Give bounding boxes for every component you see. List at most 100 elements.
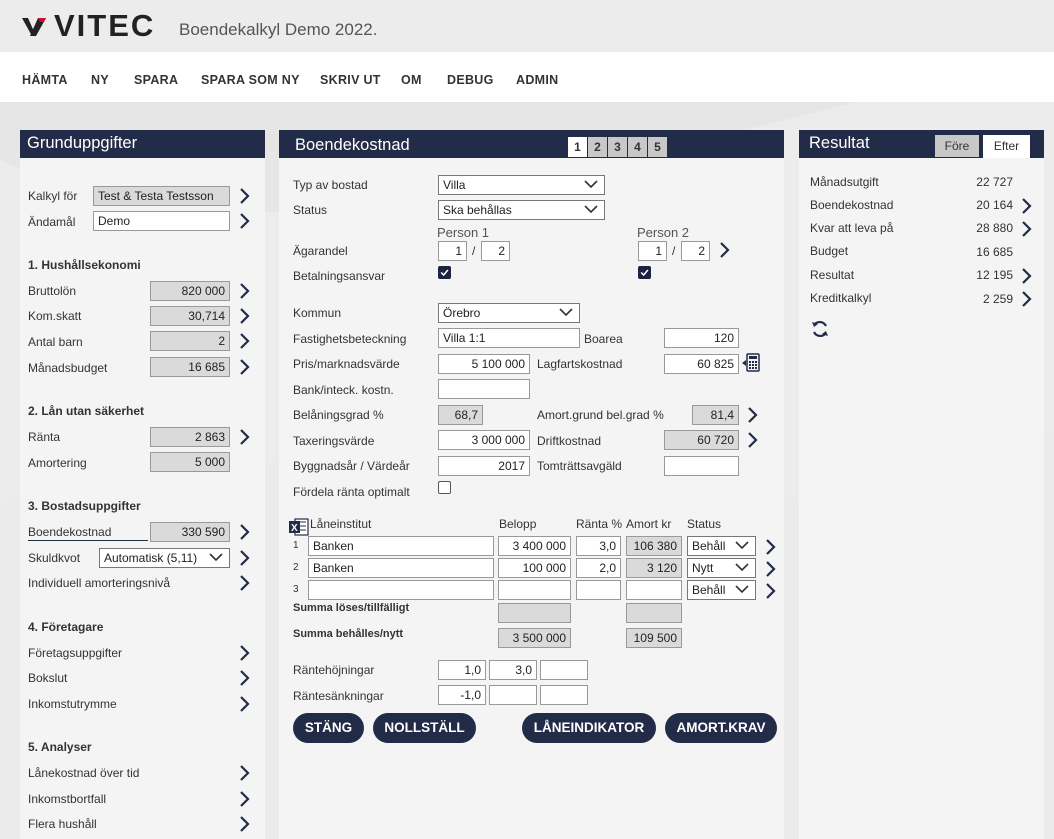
kalkyl-for-field[interactable]: Test & Testa Testsson <box>93 186 230 206</box>
chevron-right-icon[interactable] <box>239 429 251 445</box>
stang-button[interactable]: STÄNG <box>293 713 364 743</box>
byggnadsar-field[interactable]: 2017 <box>438 456 530 476</box>
rantehojning-field-3[interactable] <box>540 660 588 680</box>
chevron-right-icon[interactable] <box>747 407 759 423</box>
chevron-right-icon[interactable] <box>239 359 251 375</box>
bank-inteck-field[interactable] <box>438 379 530 399</box>
nav-debug[interactable]: DEBUG <box>447 73 494 87</box>
lagfart-field[interactable]: 60 825 <box>664 354 739 374</box>
tab-fore[interactable]: Före <box>935 135 979 157</box>
loan-institut-field[interactable]: Banken <box>308 558 494 578</box>
chevron-right-icon[interactable] <box>239 550 251 566</box>
status-select[interactable]: Ska behållas <box>438 200 605 220</box>
chevron-right-icon[interactable] <box>239 791 251 807</box>
loan-ranta-field[interactable]: 2,0 <box>576 558 621 578</box>
p2-agarandel-den[interactable]: 2 <box>681 241 710 261</box>
boendekostnad-field[interactable]: 330 590 <box>150 522 230 542</box>
p1-betalningsansvar-checkbox[interactable] <box>438 266 451 279</box>
tab-3[interactable]: 3 <box>608 137 627 157</box>
loan-status-select[interactable]: Behåll <box>687 580 756 600</box>
refresh-icon[interactable] <box>810 319 830 339</box>
chevron-right-icon[interactable] <box>239 645 251 661</box>
tab-2[interactable]: 2 <box>588 137 607 157</box>
loan-status-select[interactable]: Behåll <box>687 536 756 556</box>
pris-field[interactable]: 5 100 000 <box>438 354 530 374</box>
chevron-right-icon[interactable] <box>239 188 251 204</box>
chevron-right-icon[interactable] <box>765 583 777 599</box>
nav-spara[interactable]: SPARA <box>134 73 178 87</box>
chevron-right-icon[interactable] <box>1021 268 1033 284</box>
fastighetsbeteckning-field[interactable]: Villa 1:1 <box>438 328 580 348</box>
loan-ranta-field[interactable] <box>576 580 621 600</box>
tab-4[interactable]: 4 <box>628 137 647 157</box>
fordela-ranta-checkbox[interactable] <box>438 481 451 494</box>
ranta-field[interactable]: 2 863 <box>150 427 230 447</box>
nav-om[interactable]: OM <box>401 73 422 87</box>
chevron-right-icon[interactable] <box>239 333 251 349</box>
tab-efter[interactable]: Efter <box>983 135 1030 158</box>
tomtrattsavgald-field[interactable] <box>664 456 739 476</box>
loan-amort-field[interactable] <box>626 580 682 600</box>
chevron-right-icon[interactable] <box>1021 291 1033 307</box>
nav-skriv-ut[interactable]: SKRIV UT <box>320 73 381 87</box>
chevron-right-icon[interactable] <box>239 283 251 299</box>
p1-agarandel-num[interactable]: 1 <box>438 241 467 261</box>
loan-institut-field[interactable] <box>308 580 494 600</box>
nav-ny[interactable]: NY <box>91 73 109 87</box>
nav-spara-som-ny[interactable]: SPARA SOM NY <box>201 73 300 87</box>
bruttolon-field[interactable]: 820 000 <box>150 281 230 301</box>
rantesankning-field-2[interactable] <box>489 685 537 705</box>
loan-belopp-field[interactable]: 3 400 000 <box>498 536 571 556</box>
tab-1[interactable]: 1 <box>568 137 587 157</box>
skuldkvot-select[interactable]: Automatisk (5,11) <box>99 548 230 568</box>
loan-amort-field[interactable]: 3 120 <box>626 558 682 578</box>
p2-agarandel-num[interactable]: 1 <box>638 241 667 261</box>
loan-status-select[interactable]: Nytt <box>687 558 756 578</box>
rantesankning-field-3[interactable] <box>540 685 588 705</box>
taxeringsvarde-field[interactable]: 3 000 000 <box>438 430 530 450</box>
rantesankning-field-1[interactable]: -1,0 <box>438 685 486 705</box>
boendekostnad-link[interactable]: Boendekostnad <box>28 525 111 539</box>
laneindikator-button[interactable]: LÅNEINDIKATOR <box>522 713 656 743</box>
chevron-right-icon[interactable] <box>239 308 251 324</box>
nav-hamta[interactable]: HÄMTA <box>22 73 68 87</box>
manadsbudget-field[interactable]: 16 685 <box>150 357 230 377</box>
chevron-right-icon[interactable] <box>239 765 251 781</box>
chevron-right-icon[interactable] <box>765 539 777 555</box>
loan-amort-field[interactable]: 106 380 <box>626 536 682 556</box>
nav-admin[interactable]: ADMIN <box>516 73 558 87</box>
loan-institut-field[interactable]: Banken <box>308 536 494 556</box>
chevron-right-icon[interactable] <box>765 561 777 577</box>
rantehojning-field-1[interactable]: 1,0 <box>438 660 486 680</box>
chevron-right-icon[interactable] <box>1021 198 1033 214</box>
nollstall-button[interactable]: NOLLSTÄLL <box>373 713 476 743</box>
loan-ranta-field[interactable]: 3,0 <box>576 536 621 556</box>
typ-av-bostad-select[interactable]: Villa <box>438 175 605 195</box>
chevron-right-icon[interactable] <box>747 432 759 448</box>
amort-krav-button[interactable]: AMORT.KRAV <box>665 713 777 743</box>
tab-5[interactable]: 5 <box>648 137 667 157</box>
chevron-right-icon[interactable] <box>239 524 251 540</box>
calculator-icon[interactable] <box>741 353 761 373</box>
andamal-field[interactable]: Demo <box>93 211 230 231</box>
rantehojning-field-2[interactable]: 3,0 <box>489 660 537 680</box>
p2-betalningsansvar-checkbox[interactable] <box>638 266 651 279</box>
komskatt-field[interactable]: 30,714 <box>150 306 230 326</box>
antal-barn-field[interactable]: 2 <box>150 331 230 351</box>
kommun-select[interactable]: Örebro <box>438 303 580 323</box>
excel-icon[interactable]: X <box>289 518 309 536</box>
chevron-right-icon[interactable] <box>239 696 251 712</box>
boarea-field[interactable]: 120 <box>664 328 739 348</box>
loan-belopp-field[interactable] <box>498 580 571 600</box>
chevron-right-icon[interactable] <box>239 213 251 229</box>
loan-status-value: Behåll <box>692 583 726 597</box>
chevron-right-icon[interactable] <box>1021 221 1033 237</box>
loan-belopp-field[interactable]: 100 000 <box>498 558 571 578</box>
chevron-right-icon[interactable] <box>239 816 251 832</box>
chevron-right-icon[interactable] <box>719 242 731 258</box>
chevron-right-icon[interactable] <box>239 670 251 686</box>
chevron-right-icon[interactable] <box>239 575 251 591</box>
p1-agarandel-den[interactable]: 2 <box>481 241 510 261</box>
driftkostnad-field[interactable]: 60 720 <box>664 430 739 450</box>
amortering-field[interactable]: 5 000 <box>150 452 230 472</box>
